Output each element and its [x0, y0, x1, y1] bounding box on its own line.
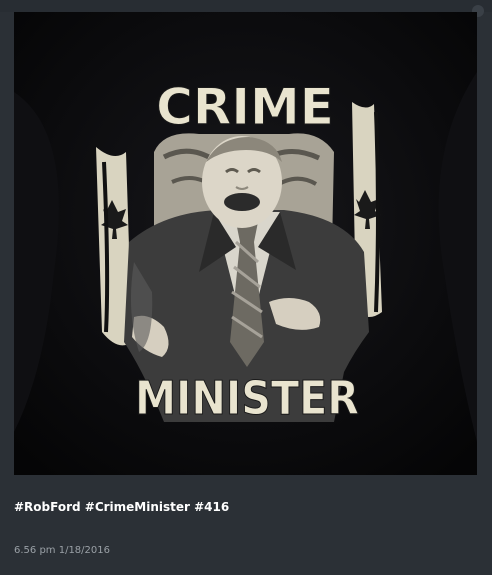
- shirt-headline-top: CRIME: [156, 78, 334, 136]
- shirt-headline-bottom: MINISTER: [135, 371, 359, 425]
- post-image[interactable]: CRIME MINISTER: [14, 12, 477, 475]
- post-card: CRIME MINISTER #RobFord #CrimeMinister #…: [0, 0, 492, 575]
- post-timestamp[interactable]: 6.56 pm 1/18/2016: [14, 545, 110, 556]
- post-caption: #RobFord #CrimeMinister #416: [14, 500, 230, 514]
- shirt-print-graphic: CRIME MINISTER: [14, 12, 477, 475]
- top-bar: [0, 0, 492, 17]
